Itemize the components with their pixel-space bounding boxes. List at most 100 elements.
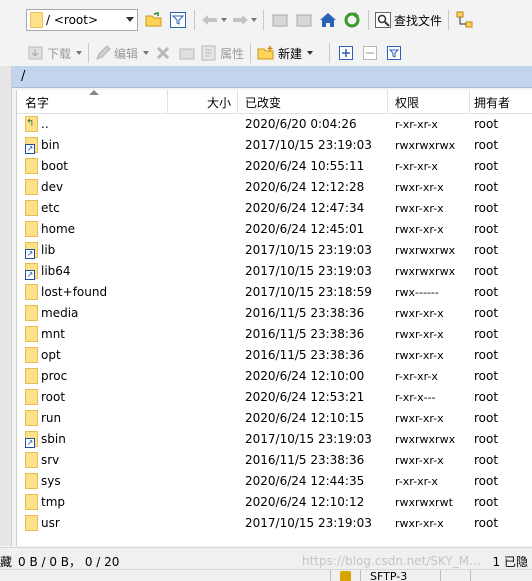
file-permissions: rwxr-xr-x	[395, 307, 444, 320]
file-modified: 2017/10/15 23:18:59	[245, 285, 372, 299]
toolbar-separator	[368, 10, 369, 30]
sync-browse-button[interactable]	[455, 9, 475, 31]
home-button[interactable]	[318, 9, 338, 31]
file-modified: 2016/11/5 23:38:36	[245, 327, 365, 341]
column-divider[interactable]	[167, 90, 168, 114]
folder-icon	[25, 410, 38, 426]
back-button[interactable]	[201, 9, 227, 31]
rename-icon	[179, 48, 195, 60]
column-header-owner[interactable]: 拥有者	[474, 94, 510, 111]
file-modified: 2016/11/5 23:38:36	[245, 348, 365, 362]
file-row[interactable]: lib64 2017/10/15 23:19:03 rwxrwxrwx root	[17, 261, 532, 282]
file-row[interactable]: sbin 2017/10/15 23:19:03 rwxrwxrwx root	[17, 429, 532, 450]
file-row[interactable]: etc 2020/6/24 12:47:34 rwxr-xr-x root	[17, 198, 532, 219]
root-folder-icon	[296, 14, 312, 27]
new-folder-icon	[257, 46, 274, 60]
column-divider[interactable]	[469, 90, 470, 114]
root-dir-button[interactable]	[294, 9, 314, 31]
toolbar-separator	[194, 10, 195, 30]
edit-button[interactable]: 编辑	[95, 42, 150, 64]
file-modified: 2017/10/15 23:19:03	[245, 264, 372, 278]
file-row[interactable]: usr 2017/10/15 23:19:03 rwxr-xr-x root	[17, 513, 532, 534]
open-folder-icon	[145, 12, 162, 27]
filter-mask-button[interactable]	[384, 42, 404, 64]
parent-folder-icon	[272, 14, 288, 27]
file-owner: root	[474, 453, 499, 467]
file-modified: 2020/6/24 12:53:21	[245, 390, 365, 404]
file-modified: 2017/10/15 23:19:03	[245, 243, 372, 257]
folder-icon	[25, 221, 38, 237]
rename-button[interactable]	[177, 42, 197, 64]
properties-icon	[201, 45, 216, 61]
new-label: 新建	[278, 46, 303, 61]
properties-button[interactable]: 属性	[201, 42, 244, 64]
file-row[interactable]: home 2020/6/24 12:45:01 rwxr-xr-x root	[17, 219, 532, 240]
column-header-modified[interactable]: 已改变	[245, 94, 281, 111]
file-row[interactable]: lost+found 2017/10/15 23:18:59 rwx------ ro…	[17, 282, 532, 303]
column-header-size[interactable]: 大小	[207, 94, 231, 111]
find-files-button[interactable]: 查找文件	[375, 9, 442, 31]
column-divider[interactable]	[387, 90, 388, 114]
folder-icon	[25, 515, 38, 531]
file-row[interactable]: proc 2020/6/24 12:10:00 r-xr-xr-x root	[17, 366, 532, 387]
file-name: run	[41, 411, 62, 425]
path-combobox[interactable]: / <root>	[26, 9, 138, 31]
open-folder-button[interactable]	[144, 9, 164, 31]
chevron-down-icon	[143, 51, 150, 55]
file-row[interactable]: media 2016/11/5 23:38:36 rwxr-xr-x root	[17, 303, 532, 324]
secondary-toolbar: 下载 编辑 属性 新建	[0, 40, 532, 66]
refresh-icon	[344, 12, 360, 28]
file-owner: root	[474, 138, 499, 152]
properties-label: 属性	[220, 46, 245, 61]
file-row[interactable]: lib 2017/10/15 23:19:03 rwxrwxrwx root	[17, 240, 532, 261]
folder-icon	[25, 494, 38, 510]
forward-button[interactable]	[231, 9, 257, 31]
refresh-button[interactable]	[342, 9, 362, 31]
file-list-header: 名字 大小 已改变 权限 拥有者	[17, 90, 532, 114]
file-permissions: rwxr-xr-x	[395, 328, 444, 341]
file-modified: 2020/6/24 12:10:15	[245, 411, 365, 425]
file-name: opt	[41, 348, 61, 362]
file-row[interactable]: opt 2016/11/5 23:38:36 rwxr-xr-x root	[17, 345, 532, 366]
file-row[interactable]: .. 2020/6/20 0:04:26 r-xr-xr-x root	[17, 114, 532, 135]
column-divider[interactable]	[237, 90, 238, 114]
column-header-permissions[interactable]: 权限	[395, 94, 419, 111]
parent-dir-button[interactable]	[270, 9, 290, 31]
path-combobox-value: / <root>	[46, 13, 99, 27]
file-owner: root	[474, 432, 499, 446]
collapse-button[interactable]	[360, 42, 380, 64]
path-bar[interactable]: /	[12, 66, 532, 88]
file-permissions: rwxr-xr-x	[395, 202, 444, 215]
file-row[interactable]: srv 2016/11/5 23:38:36 rwxr-xr-x root	[17, 450, 532, 471]
file-name: lost+found	[41, 285, 108, 299]
chevron-down-icon[interactable]	[126, 17, 134, 22]
hidden-count: 1 已隐	[492, 555, 528, 569]
file-row[interactable]: root 2020/6/24 12:53:21 r-xr-x--- root	[17, 387, 532, 408]
file-name: bin	[41, 138, 60, 152]
file-name: sbin	[41, 432, 66, 446]
filter-button[interactable]	[168, 9, 188, 31]
file-permissions: r-xr-xr-x	[395, 118, 438, 131]
folder-icon	[25, 284, 38, 300]
folder-link-icon	[25, 263, 38, 280]
current-path: /	[21, 69, 26, 84]
delete-button[interactable]	[153, 42, 173, 64]
column-header-name[interactable]: 名字	[25, 94, 49, 111]
file-row[interactable]: boot 2020/6/24 10:55:11 r-xr-xr-x root	[17, 156, 532, 177]
file-row[interactable]: sys 2020/6/24 12:44:35 r-xr-xr-x root	[17, 471, 532, 492]
file-owner: root	[474, 117, 499, 131]
file-owner: root	[474, 495, 499, 509]
new-button[interactable]: 新建	[257, 42, 314, 64]
file-row[interactable]: run 2020/6/24 12:10:15 rwxr-xr-x root	[17, 408, 532, 429]
file-row[interactable]: tmp 2020/6/24 12:10:12 rwxrwxrwt root	[17, 492, 532, 513]
file-row[interactable]: dev 2020/6/24 12:12:28 rwxr-xr-x root	[17, 177, 532, 198]
download-label: 下载	[47, 46, 72, 61]
download-button[interactable]: 下载	[28, 42, 83, 64]
expand-button[interactable]	[336, 42, 356, 64]
file-row[interactable]: mnt 2016/11/5 23:38:36 rwxr-xr-x root	[17, 324, 532, 345]
file-permissions: rwxr-xr-x	[395, 454, 444, 467]
file-permissions: rwxr-xr-x	[395, 223, 444, 236]
chevron-down-icon	[76, 51, 83, 55]
file-row[interactable]: bin 2017/10/15 23:19:03 rwxrwxrwx root	[17, 135, 532, 156]
file-list: 名字 大小 已改变 权限 拥有者 .. 2020/6/20 0:04:26 r-xr…	[16, 90, 532, 546]
